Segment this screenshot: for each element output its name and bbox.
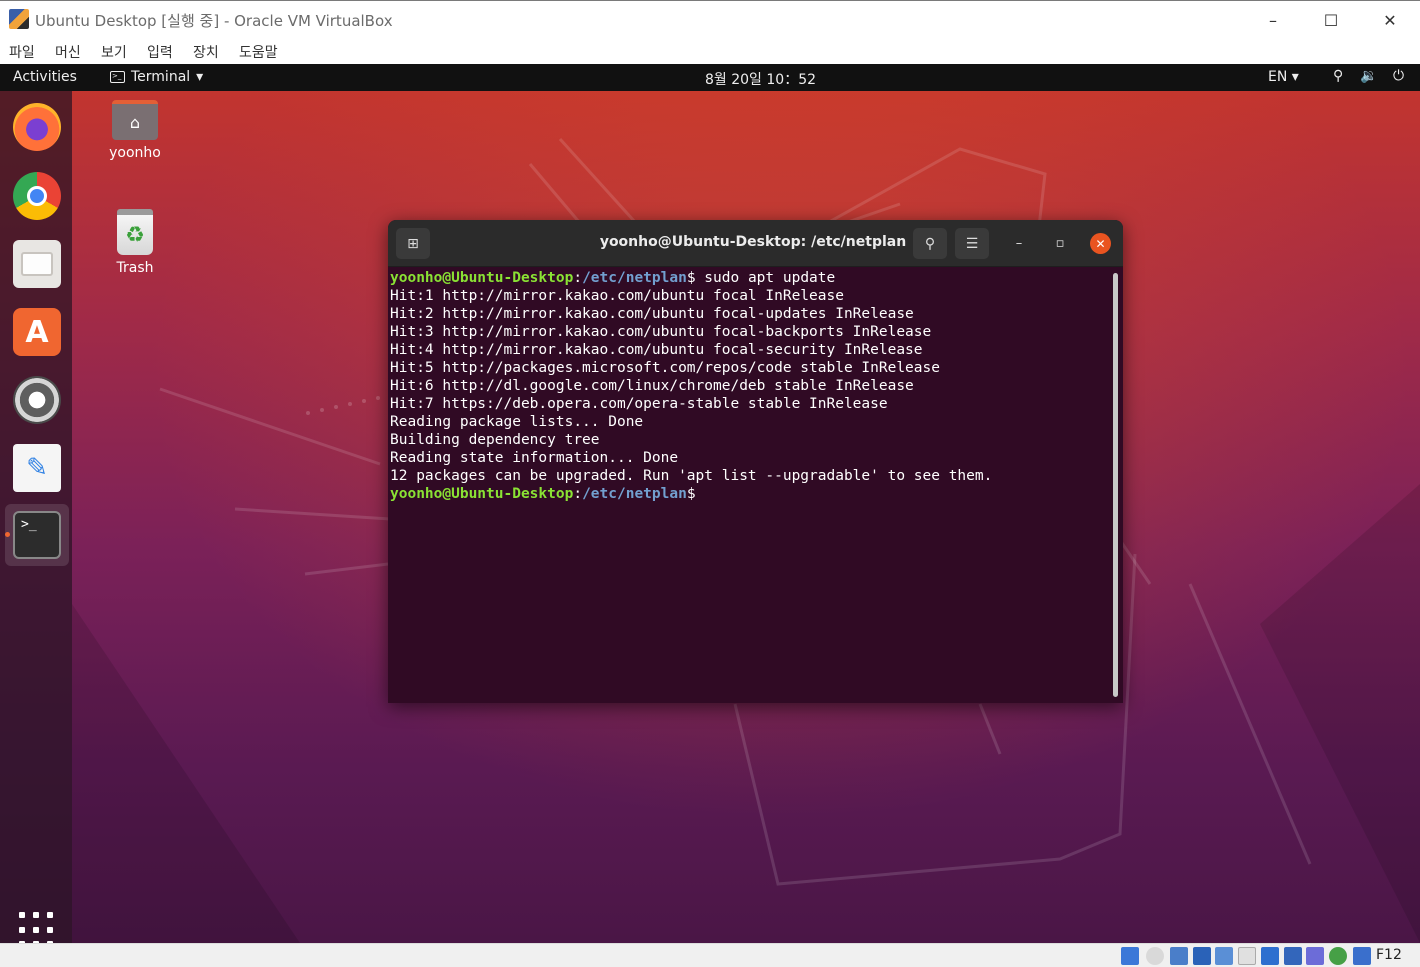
menu-devices[interactable]: 장치 xyxy=(193,42,219,62)
terminal-close-button[interactable]: ✕ xyxy=(1090,233,1111,254)
virtualbox-icon xyxy=(9,9,29,29)
close-button[interactable]: ✕ xyxy=(1367,5,1413,35)
desktop-icon-home[interactable]: ⌂ yoonho xyxy=(95,100,175,161)
minimize-button[interactable]: – xyxy=(1250,5,1296,35)
display-icon[interactable] xyxy=(1261,947,1279,965)
output-line: Hit:5 http://packages.microsoft.com/repo… xyxy=(390,360,940,376)
prompt-path: /etc/netplan xyxy=(582,486,687,502)
output-line: Building dependency tree xyxy=(390,432,600,448)
terminal-minimize-button[interactable]: – xyxy=(1009,233,1029,253)
network-icon[interactable]: ⚲ xyxy=(1333,68,1343,84)
prompt-user: yoonho@Ubuntu-Desktop xyxy=(390,270,574,286)
app-menu-label: Terminal xyxy=(131,69,191,85)
audio-icon[interactable] xyxy=(1170,947,1188,965)
output-line: Reading package lists... Done xyxy=(390,414,644,430)
files-icon[interactable] xyxy=(13,240,61,288)
output-line: Reading state information... Done xyxy=(390,450,679,466)
desktop-icon-trash[interactable]: ♻ Trash xyxy=(95,209,175,276)
home-folder-icon: ⌂ xyxy=(112,100,158,140)
terminal-icon[interactable]: >_ xyxy=(13,511,61,559)
terminal-scrollbar[interactable] xyxy=(1113,273,1118,697)
terminal-small-icon: >_ xyxy=(110,71,125,83)
output-line: Hit:3 http://mirror.kakao.com/ubuntu foc… xyxy=(390,324,932,340)
menu-machine[interactable]: 머신 xyxy=(55,42,81,62)
search-icon: ⚲ xyxy=(924,235,936,252)
prompt-user: yoonho@Ubuntu-Desktop xyxy=(390,486,574,502)
command-text: sudo apt update xyxy=(695,270,836,286)
terminal-window[interactable]: ⊞ yoonho@Ubuntu-Desktop: /etc/netplan ⚲ … xyxy=(388,220,1123,703)
usb-icon[interactable] xyxy=(1215,947,1233,965)
show-apps-icon[interactable] xyxy=(19,912,55,943)
chevron-down-icon: ▾ xyxy=(196,69,204,85)
mouse-integration-icon[interactable] xyxy=(1329,947,1347,965)
menu-button[interactable]: ☰ xyxy=(955,228,989,259)
vbox-menubar: 파일 머신 보기 입력 장치 도움말 xyxy=(0,38,1420,64)
text-editor-icon[interactable]: ✎ xyxy=(13,444,61,492)
output-line: Hit:7 https://deb.opera.com/opera-stable… xyxy=(390,396,888,412)
firefox-icon[interactable] xyxy=(13,103,61,151)
hamburger-icon: ☰ xyxy=(965,235,979,252)
running-indicator xyxy=(5,532,10,537)
desktop-icon-label: yoonho xyxy=(109,145,161,161)
optical-drive-icon[interactable] xyxy=(1146,947,1164,965)
hard-disk-icon[interactable] xyxy=(1121,947,1139,965)
language-indicator[interactable]: EN ▾ xyxy=(1268,69,1299,85)
app-menu-terminal[interactable]: >_ Terminal ▾ xyxy=(110,69,203,85)
host-key-label: F12 xyxy=(1376,947,1402,963)
menu-help[interactable]: 도움말 xyxy=(239,42,278,62)
volume-icon[interactable]: 🔉 xyxy=(1360,68,1377,84)
settings-icon[interactable] xyxy=(13,376,61,424)
vbox-statusbar: F12 xyxy=(0,943,1420,967)
prompt-line: yoonho@Ubuntu-Desktop:/etc/netplan$ xyxy=(390,486,696,502)
network-adapter-icon[interactable] xyxy=(1193,947,1211,965)
prompt-path: /etc/netplan xyxy=(582,270,687,286)
terminal-maximize-button[interactable]: ▫ xyxy=(1050,233,1070,253)
new-tab-button[interactable]: ⊞ xyxy=(396,228,430,259)
terminal-output[interactable]: yoonho@Ubuntu-Desktop:/etc/netplan$ sudo… xyxy=(390,268,1110,700)
clock[interactable]: 8월 20일 10：52 xyxy=(705,69,816,89)
desktop-icon-label: Trash xyxy=(116,260,154,276)
menu-input[interactable]: 입력 xyxy=(147,42,173,62)
recording-icon[interactable] xyxy=(1284,947,1302,965)
software-icon[interactable]: A xyxy=(13,308,61,356)
menu-view[interactable]: 보기 xyxy=(101,42,127,62)
menu-file[interactable]: 파일 xyxy=(9,42,35,62)
window-title: Ubuntu Desktop [실행 중] - Oracle VM Virtua… xyxy=(35,12,393,30)
power-icon[interactable]: ⏻ xyxy=(1393,68,1404,84)
shared-folder-icon[interactable] xyxy=(1238,947,1256,965)
search-button[interactable]: ⚲ xyxy=(913,228,947,259)
gnome-topbar: Activities >_ Terminal ▾ 8월 20일 10：52 EN… xyxy=(0,64,1420,91)
guest-screen: Activities >_ Terminal ▾ 8월 20일 10：52 EN… xyxy=(0,64,1420,943)
keyboard-capture-icon[interactable] xyxy=(1353,947,1371,965)
cpu-icon[interactable] xyxy=(1306,947,1324,965)
output-line: Hit:6 http://dl.google.com/linux/chrome/… xyxy=(390,378,914,394)
output-line: Hit:4 http://mirror.kakao.com/ubuntu foc… xyxy=(390,342,923,358)
chrome-icon[interactable] xyxy=(13,172,61,220)
terminal-title: yoonho@Ubuntu-Desktop: /etc/netplan xyxy=(599,234,907,250)
dock: A ✎ >_ xyxy=(0,91,72,943)
trash-icon: ♻ xyxy=(117,209,153,255)
vbox-titlebar: Ubuntu Desktop [실행 중] - Oracle VM Virtua… xyxy=(0,0,1420,38)
output-line: Hit:2 http://mirror.kakao.com/ubuntu foc… xyxy=(390,306,914,322)
output-line: 12 packages can be upgraded. Run 'apt li… xyxy=(390,468,993,484)
maximize-button[interactable]: ☐ xyxy=(1308,5,1354,35)
activities-button[interactable]: Activities xyxy=(13,69,77,85)
prompt-line: yoonho@Ubuntu-Desktop:/etc/netplan$ sudo… xyxy=(390,270,836,286)
output-line: Hit:1 http://mirror.kakao.com/ubuntu foc… xyxy=(390,288,844,304)
terminal-headerbar[interactable]: ⊞ yoonho@Ubuntu-Desktop: /etc/netplan ⚲ … xyxy=(388,220,1123,267)
